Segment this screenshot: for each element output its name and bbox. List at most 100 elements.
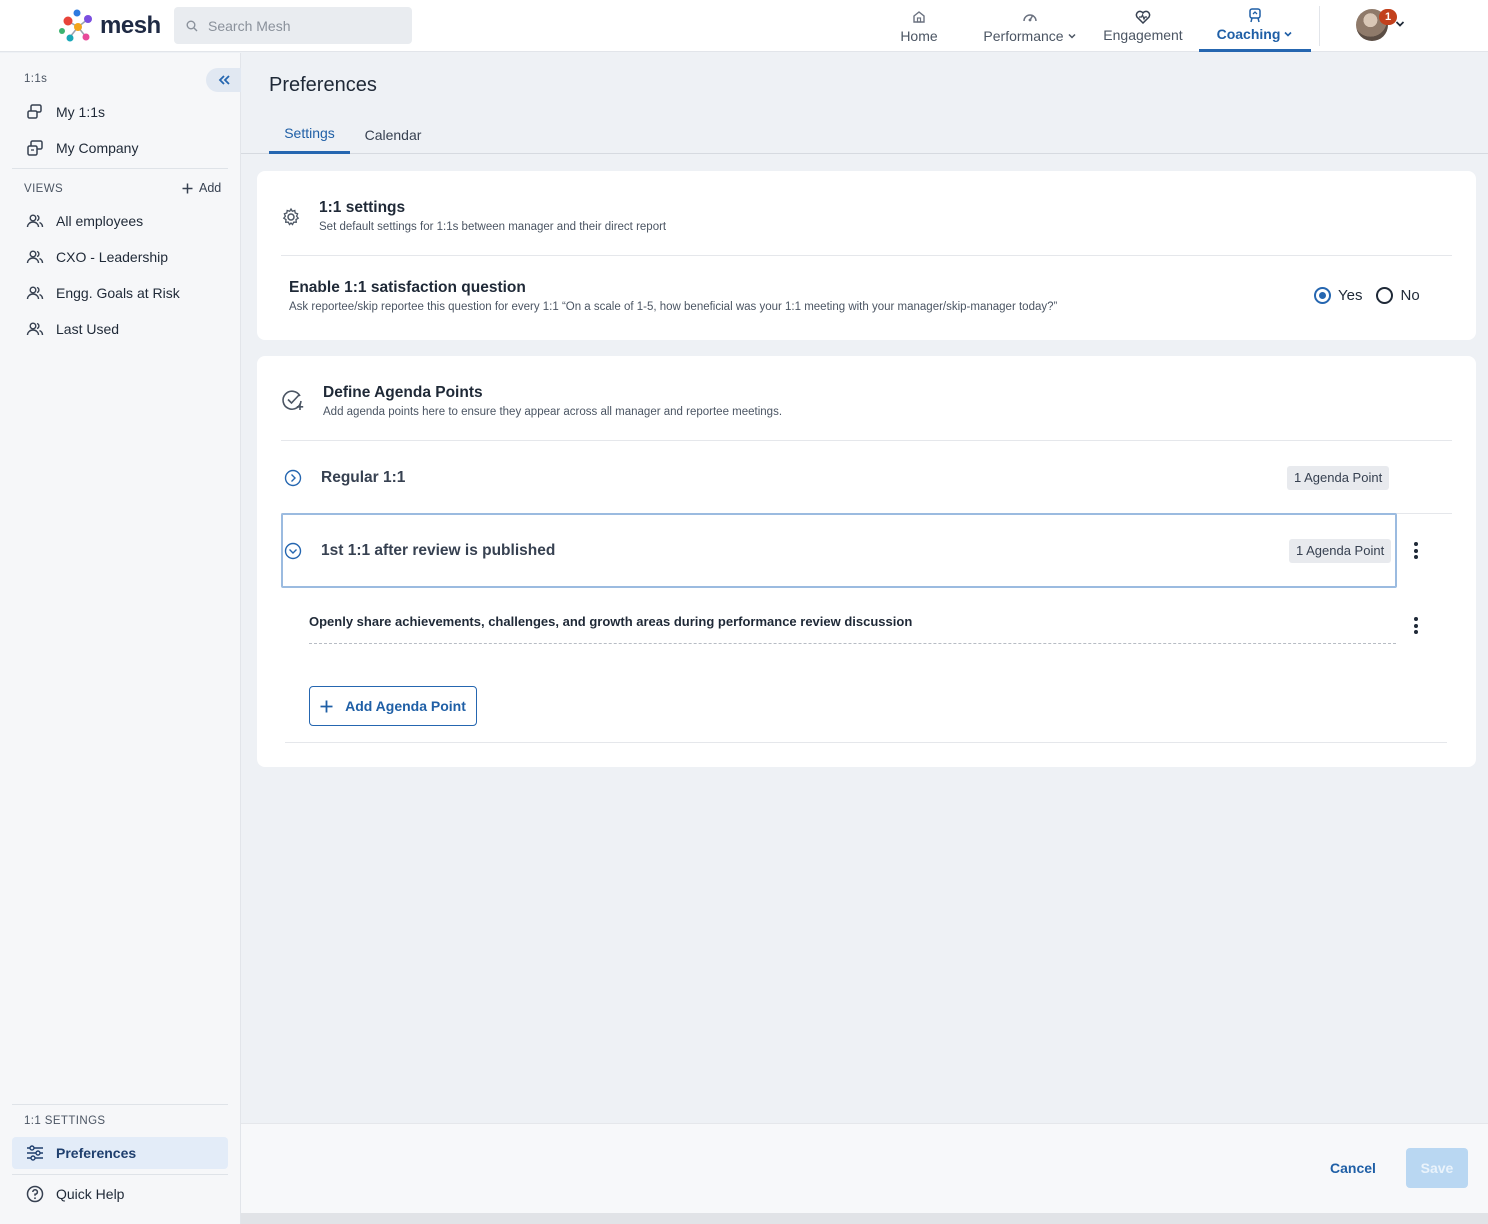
sidebar-item-view[interactable]: Engg. Goals at Risk	[12, 277, 228, 309]
divider	[285, 742, 1447, 743]
sidebar-item-view[interactable]: Last Used	[12, 313, 228, 345]
agenda-group-more-menu[interactable]	[1414, 542, 1418, 559]
sidebar-item-my-company[interactable]: My Company	[12, 132, 228, 164]
coaching-icon	[1249, 8, 1261, 23]
add-view-label: Add	[199, 181, 222, 195]
agenda-card: Define Agenda Points Add agenda points h…	[257, 356, 1476, 767]
agenda-group-name: 1st 1:1 after review is published	[321, 541, 556, 559]
company-icon	[27, 140, 43, 156]
agenda-group-name: Regular 1:1	[321, 468, 406, 486]
sliders-icon	[27, 1145, 43, 1161]
agenda-card-subtitle: Add agenda points here to ensure they ap…	[323, 406, 783, 418]
nav-home-label: Home	[900, 27, 938, 44]
radio-no-indicator[interactable]	[1376, 287, 1394, 304]
agenda-point-more-menu[interactable]	[1414, 617, 1418, 634]
sidebar-section-views: VIEWS	[24, 183, 64, 195]
sidebar-item-preferences[interactable]: Preferences	[12, 1137, 228, 1169]
satisfaction-question-desc: Ask reportee/skip reportee this question…	[289, 301, 1058, 313]
nav-home[interactable]: Home	[889, 0, 949, 52]
plus-icon	[320, 700, 333, 712]
main-content: Preferences Settings Calendar 1:1 settin…	[241, 53, 1488, 1224]
settings-card-title: 1:1 settings	[319, 199, 406, 216]
brand-name: mesh	[100, 12, 161, 39]
people-icon	[26, 214, 44, 228]
sidebar: 1:1s My 1:1s My Company VIEWS Add All em…	[0, 53, 241, 1224]
plus-icon	[182, 183, 193, 193]
radio-yes-indicator[interactable]	[1314, 287, 1331, 304]
sidebar-item-label: Preferences	[56, 1145, 137, 1161]
sidebar-section-1on1s: 1:1s	[24, 73, 48, 85]
satisfaction-question-title: Enable 1:1 satisfaction question	[289, 279, 526, 296]
sidebar-item-label: Quick Help	[56, 1186, 125, 1202]
agenda-card-title: Define Agenda Points	[323, 384, 483, 401]
meetings-icon	[27, 104, 42, 119]
nav-engagement[interactable]: Engagement	[1101, 0, 1185, 52]
sidebar-item-view[interactable]: CXO - Leadership	[12, 241, 228, 273]
agenda-group-row-selected[interactable]: 1st 1:1 after review is published 1 Agen…	[281, 513, 1397, 588]
radio-yes-label: Yes	[1338, 287, 1363, 304]
cancel-button[interactable]: Cancel	[1315, 1148, 1391, 1188]
search-icon	[186, 20, 198, 31]
add-agenda-point-button[interactable]: Add Agenda Point	[309, 686, 477, 726]
sidebar-divider	[12, 168, 228, 169]
footer-bar: Cancel Save	[241, 1123, 1488, 1213]
settings-card-subtitle: Set default settings for 1:1s between ma…	[319, 221, 667, 233]
radio-no-label: No	[1400, 287, 1420, 304]
people-icon	[26, 322, 44, 336]
help-circle-icon	[26, 1185, 44, 1203]
satisfaction-question: Enable 1:1 satisfaction question Ask rep…	[289, 279, 1057, 313]
settings-card: 1:1 settings Set default settings for 1:…	[257, 171, 1476, 340]
chevron-down-icon	[1284, 31, 1292, 37]
radio-yes[interactable]: Yes	[1314, 287, 1362, 304]
search-input[interactable]	[208, 17, 398, 34]
chevron-down-icon[interactable]	[1394, 18, 1406, 30]
mesh-logo[interactable]: mesh	[58, 7, 161, 45]
sidebar-divider	[12, 1104, 228, 1105]
chevron-down-icon	[1068, 33, 1076, 39]
save-button[interactable]: Save	[1406, 1148, 1468, 1188]
sidebar-item-my-1on1s[interactable]: My 1:1s	[12, 96, 228, 128]
sidebar-item-label: Engg. Goals at Risk	[56, 285, 180, 301]
sidebar-item-label: All employees	[56, 213, 144, 229]
home-icon	[913, 10, 925, 23]
add-agenda-point-label: Add Agenda Point	[345, 698, 466, 714]
top-bar: mesh Home Performance Engagement Coachin…	[0, 0, 1488, 52]
divider	[281, 255, 1452, 256]
sidebar-item-label: Last Used	[56, 321, 120, 337]
sidebar-collapse-button[interactable]	[206, 68, 241, 92]
nav-performance[interactable]: Performance	[981, 0, 1079, 52]
sidebar-item-label: CXO - Leadership	[56, 249, 169, 265]
agenda-group-row[interactable]: Regular 1:1 1 Agenda Point	[281, 441, 1397, 514]
agenda-card-header: Define Agenda Points Add agenda points h…	[281, 384, 782, 418]
sidebar-item-label: My 1:1s	[56, 104, 106, 120]
tabs-bar: Settings Calendar	[241, 115, 1488, 154]
bottom-strip	[241, 1213, 1488, 1224]
satisfaction-radio-group: Yes No	[1314, 287, 1420, 304]
agenda-count-badge: 1 Agenda Point	[1287, 465, 1390, 490]
sidebar-divider	[12, 1174, 228, 1175]
sidebar-item-label: My Company	[56, 140, 139, 156]
tab-calendar[interactable]: Calendar	[357, 115, 429, 154]
chevron-down-circle-icon[interactable]	[284, 542, 302, 560]
chevron-right-circle-icon[interactable]	[284, 469, 302, 487]
nav-divider	[1319, 6, 1320, 46]
check-circle-plus-icon	[282, 390, 304, 410]
nav-engagement-label: Engagement	[1103, 26, 1183, 43]
radio-no[interactable]: No	[1376, 287, 1420, 304]
agenda-count-badge: 1 Agenda Point	[1289, 538, 1392, 563]
search-box[interactable]	[174, 7, 412, 44]
sidebar-item-view[interactable]: All employees	[12, 205, 228, 237]
nav-coaching[interactable]: Coaching	[1199, 0, 1311, 52]
mesh-logo-icon	[59, 9, 92, 42]
engagement-heart-icon	[1135, 10, 1151, 24]
agenda-point-item[interactable]: Openly share achievements, challenges, a…	[309, 614, 1396, 644]
performance-icon	[1023, 13, 1037, 21]
page-title: Preferences	[269, 74, 377, 96]
people-icon	[26, 250, 44, 264]
people-icon	[26, 286, 44, 300]
add-view-button[interactable]: Add	[182, 181, 221, 195]
settings-card-header: 1:1 settings Set default settings for 1:…	[281, 199, 666, 233]
gear-icon	[282, 207, 300, 226]
sidebar-item-quick-help[interactable]: Quick Help	[12, 1178, 228, 1210]
tab-settings[interactable]: Settings	[269, 115, 350, 154]
